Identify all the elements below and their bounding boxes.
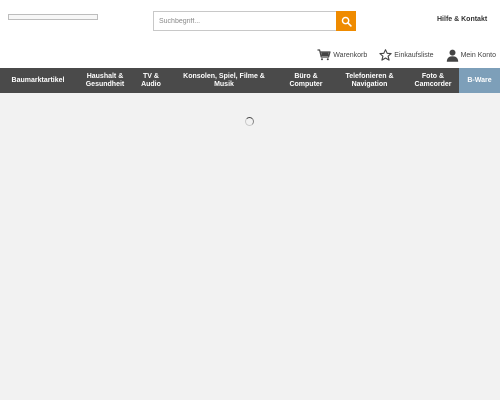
nav-item-label: TV & Audio (141, 72, 161, 88)
nav-item-telefonieren-navigation[interactable]: Telefonieren & Navigation (332, 68, 407, 93)
nav-item-buero-computer[interactable]: Büro & Computer (280, 68, 332, 93)
search-button[interactable] (336, 11, 356, 31)
nav-item-label: Foto & Camcorder (414, 72, 452, 88)
wishlist-link[interactable]: Einkaufsliste (379, 49, 434, 61)
nav-item-label: Büro & Computer (289, 72, 323, 88)
nav-item-b-ware[interactable]: B-Ware (459, 68, 500, 93)
nav-item-foto-camcorder[interactable]: Foto & Camcorder (407, 68, 459, 93)
nav-item-baumarktartikel[interactable]: Baumarktartikel (0, 68, 76, 93)
account-actions: Warenkorb Einkaufsliste Mein Konto (305, 47, 496, 63)
wishlist-label: Einkaufsliste (394, 51, 434, 59)
account-link[interactable]: Mein Konto (446, 49, 496, 62)
header-bar: Hilfe & Kontakt Warenkorb Einkaufsliste … (0, 0, 500, 68)
star-icon (379, 49, 392, 61)
search-icon (341, 16, 352, 27)
nav-item-tv-audio[interactable]: TV & Audio (134, 68, 168, 93)
search-input[interactable] (153, 11, 336, 31)
cart-label: Warenkorb (333, 51, 368, 59)
help-contact-link[interactable]: Hilfe & Kontakt (437, 16, 487, 23)
user-icon (446, 49, 458, 62)
logo-placeholder[interactable] (8, 14, 98, 20)
nav-item-label: Haushalt & Gesundheit (85, 72, 125, 88)
nav-item-label: Baumarktartikel (11, 76, 65, 84)
nav-item-label: Konsolen, Spiel, Filme & Musik (183, 72, 265, 88)
cart-link[interactable]: Warenkorb (317, 49, 367, 61)
nav-item-konsolen-spiel-filme-musik[interactable]: Konsolen, Spiel, Filme & Musik (168, 68, 280, 93)
nav-item-label: B-Ware (467, 76, 492, 84)
search-bar (153, 11, 356, 31)
category-nav: Baumarktartikel Haushalt & Gesundheit TV … (0, 68, 500, 93)
nav-item-label: Telefonieren & Navigation (345, 72, 394, 88)
loading-spinner-icon (245, 117, 254, 126)
cart-icon (317, 49, 331, 61)
account-label: Mein Konto (460, 51, 496, 59)
nav-item-haushalt-gesundheit[interactable]: Haushalt & Gesundheit (76, 68, 134, 93)
